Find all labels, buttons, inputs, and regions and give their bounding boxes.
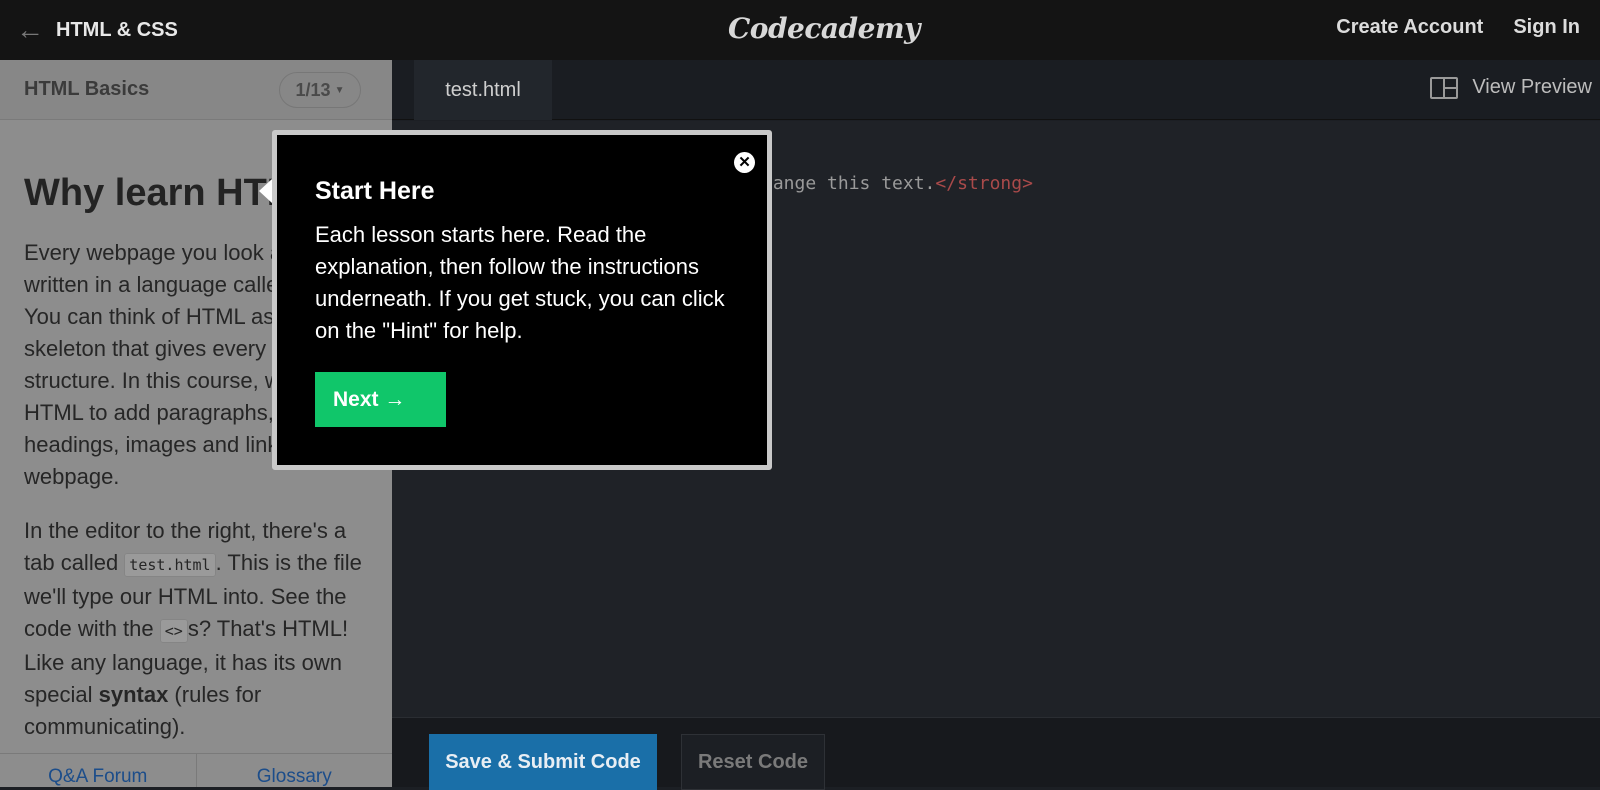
tab-test-html[interactable]: test.html <box>414 60 552 120</box>
editor-footer: Save & Submit Code Reset Code <box>392 717 1600 790</box>
progress-label: 1/13 <box>295 79 331 100</box>
next-button[interactable]: Next → <box>315 372 446 427</box>
inline-code-filename: test.html <box>124 553 216 577</box>
arrow-left-icon[interactable]: ← <box>16 16 44 44</box>
codecademy-logo[interactable]: Codecademy <box>728 12 920 45</box>
account-actions: Create Account Sign In <box>1336 16 1580 39</box>
code-closing-tag: </strong> <box>935 173 1033 194</box>
create-account-link[interactable]: Create Account <box>1336 16 1483 39</box>
course-title[interactable]: HTML & CSS <box>56 19 178 42</box>
save-submit-button[interactable]: Save & Submit Code <box>429 734 657 790</box>
syntax-term: syntax <box>98 682 169 707</box>
reset-code-button[interactable]: Reset Code <box>681 734 825 790</box>
back-to-course-link[interactable]: ← HTML & CSS <box>16 16 178 44</box>
code-line: hange this text.</strong> <box>762 173 1033 194</box>
tooltip-title: Start Here <box>315 177 435 205</box>
inline-code-brackets: <> <box>159 619 188 643</box>
lesson-name: HTML Basics <box>24 78 150 100</box>
caret-down-icon: ▼ <box>334 84 345 96</box>
lesson-progress-dropdown[interactable]: 1/13 ▼ <box>279 72 361 108</box>
view-preview-button[interactable]: View Preview <box>1430 76 1592 99</box>
glossary-link[interactable]: Glossary <box>197 754 393 787</box>
start-here-tooltip: ✕ Start Here Each lesson starts here. Re… <box>259 130 772 470</box>
tooltip-pointer <box>259 179 272 203</box>
close-icon[interactable]: ✕ <box>734 152 755 173</box>
lesson-paragraph-2: In the editor to the right, there's a ta… <box>24 515 368 743</box>
lesson-header: HTML Basics 1/13 ▼ <box>0 60 392 120</box>
sign-in-link[interactable]: Sign In <box>1513 16 1580 39</box>
top-navigation-bar: ← HTML & CSS Codecademy Create Account S… <box>0 0 1600 60</box>
layout-icon <box>1430 76 1459 99</box>
qa-forum-link[interactable]: Q&A Forum <box>0 754 196 787</box>
tooltip-text: Each lesson starts here. Read the explan… <box>315 222 725 343</box>
editor-tab-bar: test.html View Preview <box>392 60 1600 120</box>
lesson-footer: Q&A Forum Glossary <box>0 753 392 787</box>
code-text: hange this text. <box>762 173 936 194</box>
view-preview-label: View Preview <box>1472 76 1592 98</box>
